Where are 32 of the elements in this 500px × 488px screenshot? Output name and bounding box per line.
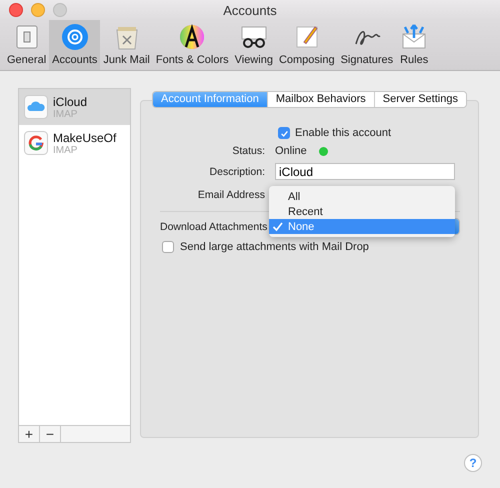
account-item[interactable]: MakeUseOf IMAP xyxy=(19,125,130,161)
minimize-button[interactable] xyxy=(31,3,45,17)
toolbar-item[interactable]: Junk Mail xyxy=(100,20,153,70)
field-label: Status: xyxy=(231,145,265,157)
status-value: Online xyxy=(275,145,307,157)
checkmark-icon xyxy=(272,221,283,232)
field-label: Description: xyxy=(208,166,265,178)
window-title: Accounts xyxy=(223,2,277,18)
toolbar-item[interactable]: Composing xyxy=(276,20,338,70)
menu-item[interactable]: All xyxy=(269,189,455,204)
checkbox-label: Send large attachments with Mail Drop xyxy=(180,241,369,253)
description-field[interactable]: iCloud xyxy=(275,163,455,180)
account-name: MakeUseOf xyxy=(53,130,116,144)
field-label: Email Address xyxy=(196,188,265,200)
checkbox[interactable] xyxy=(278,127,290,139)
toolbar-item[interactable]: Viewing xyxy=(232,20,276,70)
toolbar-item[interactable]: Accounts xyxy=(49,20,100,70)
checkmark-icon xyxy=(280,128,288,138)
field-label: Download Attachments xyxy=(160,220,268,232)
checkbox[interactable] xyxy=(162,241,174,253)
account-name: iCloud xyxy=(53,94,88,108)
google-icon xyxy=(24,131,48,155)
toolbar-item[interactable]: General xyxy=(4,20,50,70)
toolbar-item[interactable]: Rules xyxy=(396,20,432,70)
checkbox-label: Enable this account xyxy=(295,127,392,139)
account-type: IMAP xyxy=(53,144,78,156)
cloud-icon xyxy=(24,95,48,119)
toolbar-item[interactable]: Signatures xyxy=(338,20,396,70)
menu-item[interactable]: Recent xyxy=(269,204,455,219)
zoom-button[interactable] xyxy=(53,3,67,17)
close-button[interactable] xyxy=(9,3,23,17)
toolbar-item[interactable]: Fonts & Colors xyxy=(152,20,232,70)
